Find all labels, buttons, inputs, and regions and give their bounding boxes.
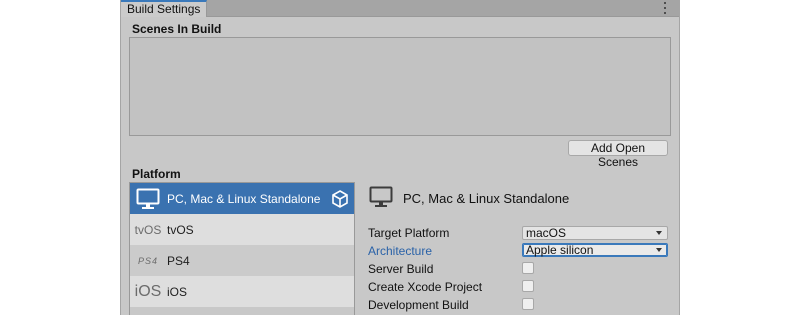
build-settings-window: Build Settings Scenes In Build Add Open … — [120, 0, 680, 315]
platform-item-label: PS4 — [167, 253, 190, 268]
architecture-label: Architecture — [368, 244, 433, 258]
create-xcode-project-label: Create Xcode Project — [368, 280, 483, 294]
platform-item-ios[interactable]: iOS iOS — [130, 276, 354, 307]
platform-item-label: tvOS — [167, 222, 194, 237]
dropdown-arrow-icon — [656, 231, 662, 235]
target-platform-value: macOS — [526, 226, 567, 240]
unity-logo-icon — [330, 189, 350, 212]
development-build-label: Development Build — [368, 298, 469, 312]
platform-details-title: PC, Mac & Linux Standalone — [403, 191, 570, 206]
platform-details-header: PC, Mac & Linux Standalone — [369, 186, 569, 211]
server-build-label: Server Build — [368, 262, 434, 276]
platform-item-label: iOS — [167, 284, 188, 299]
scenes-in-build-heading: Scenes In Build — [132, 22, 222, 36]
development-build-checkbox[interactable] — [522, 298, 534, 310]
architecture-value: Apple silicon — [526, 243, 594, 257]
platform-item-tvos[interactable]: tvOS tvOS — [130, 214, 354, 245]
platform-item-standalone[interactable]: PC, Mac & Linux Standalone — [130, 183, 354, 214]
target-platform-label: Target Platform — [368, 226, 450, 240]
platform-item-label: PC, Mac & Linux Standalone — [167, 191, 321, 206]
create-xcode-project-checkbox[interactable] — [522, 280, 534, 292]
dropdown-arrow-icon — [656, 248, 662, 252]
tab-bar: Build Settings — [121, 0, 679, 17]
monitor-icon — [133, 188, 163, 210]
add-open-scenes-button[interactable]: Add Open Scenes — [568, 140, 668, 169]
ios-logo-icon: iOS — [134, 282, 162, 300]
scenes-list[interactable] — [129, 37, 671, 136]
architecture-dropdown[interactable]: Apple silicon — [522, 243, 668, 257]
platform-list: PC, Mac & Linux Standalone tvOS tvOS PS4… — [129, 182, 355, 315]
platform-heading: Platform — [132, 167, 181, 181]
tvos-logo-icon: tvOS — [134, 222, 162, 237]
more-options-icon[interactable] — [663, 1, 667, 15]
ps4-logo-icon: PS4 — [137, 255, 158, 266]
platform-item-ps4[interactable]: PS4 PS4 — [130, 245, 354, 276]
tab-build-settings[interactable]: Build Settings — [121, 0, 208, 17]
target-platform-dropdown[interactable]: macOS — [522, 226, 668, 240]
monitor-icon — [369, 186, 393, 211]
server-build-checkbox[interactable] — [522, 262, 534, 274]
